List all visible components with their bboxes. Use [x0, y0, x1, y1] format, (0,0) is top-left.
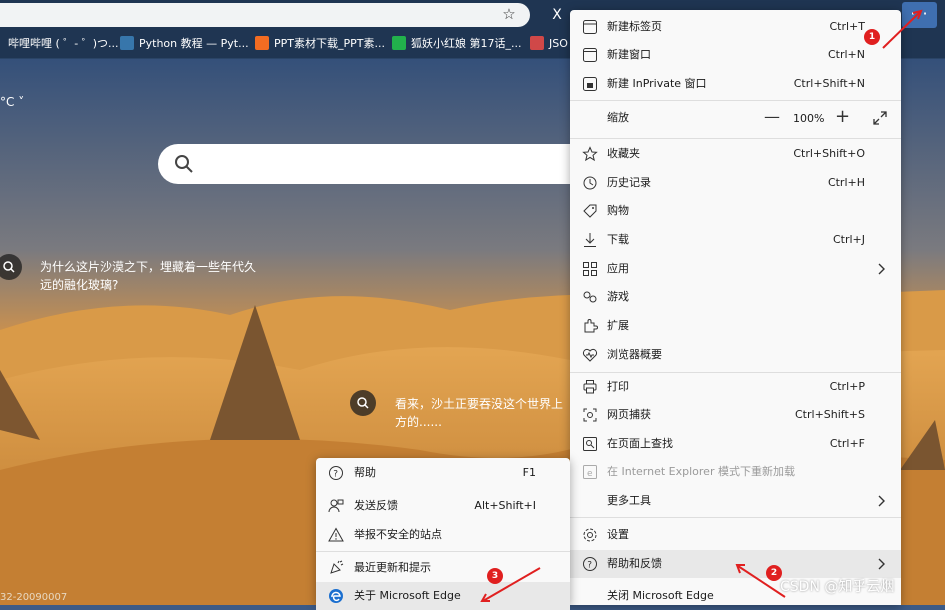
annotation-arrows — [480, 9, 923, 602]
annotation-badge: 3 — [487, 568, 503, 584]
annotation-badge: 1 — [864, 29, 880, 45]
watermark: CSDN @知乎云烟 — [780, 579, 895, 595]
